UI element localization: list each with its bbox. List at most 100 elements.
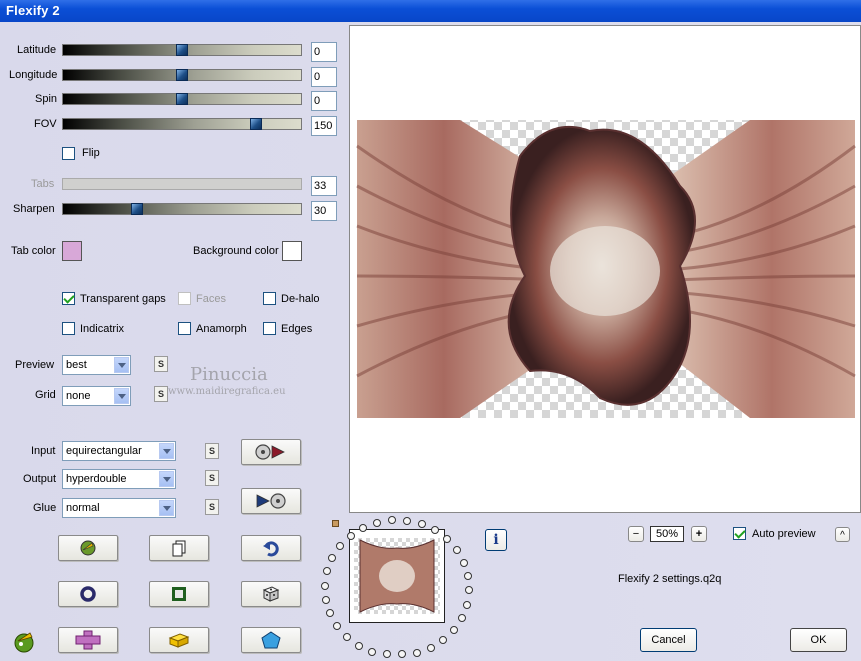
preview-s-button[interactable]: S — [154, 356, 168, 372]
longitude-label: Longitude — [9, 69, 58, 81]
latitude-slider[interactable] — [62, 44, 302, 56]
spin-slider-thumb[interactable] — [176, 93, 188, 105]
fov-label: FOV — [34, 118, 57, 130]
navigator-dot — [397, 650, 406, 658]
tab-color-label: Tab color — [11, 245, 56, 257]
sharpen-slider-thumb[interactable] — [130, 203, 143, 215]
zoom-level: 50% — [650, 526, 684, 542]
sharpen-label: Sharpen — [13, 203, 55, 215]
anamorph-checkbox[interactable] — [178, 322, 191, 335]
longitude-slider[interactable] — [62, 69, 302, 81]
fov-input[interactable]: 150 — [311, 116, 337, 136]
window-title: Flexify 2 — [0, 0, 861, 22]
fov-slider-thumb[interactable] — [249, 118, 262, 130]
input-label: Input — [31, 445, 56, 457]
navigator-dot — [462, 600, 471, 609]
grid-select-value: none — [66, 390, 91, 402]
spin-label: Spin — [35, 93, 58, 105]
output-label: Output — [23, 473, 57, 485]
background-color-swatch[interactable] — [282, 241, 302, 261]
chevron-down-icon[interactable] — [159, 471, 174, 487]
glue-select[interactable]: normal — [62, 498, 176, 518]
navigator-dot — [459, 558, 468, 567]
spin-input[interactable]: 0 — [311, 91, 337, 111]
de-halo-label: De-halo — [281, 293, 320, 305]
navigator-dot — [342, 632, 351, 641]
input-s-button[interactable]: S — [205, 443, 219, 459]
random-settings-button[interactable] — [58, 535, 118, 561]
auto-preview-checkbox[interactable] — [733, 527, 746, 540]
navigator-dot — [457, 613, 466, 622]
cancel-button[interactable]: Cancel — [640, 628, 697, 652]
navigator-handle[interactable] — [332, 520, 339, 527]
fov-slider[interactable] — [62, 118, 302, 130]
spin-slider[interactable] — [62, 93, 302, 105]
de-halo-checkbox[interactable] — [263, 292, 276, 305]
navigator-dot — [382, 650, 391, 658]
flip-checkbox[interactable] — [62, 147, 75, 160]
output-s-button[interactable]: S — [205, 470, 219, 486]
longitude-slider-thumb[interactable] — [176, 69, 188, 81]
chevron-down-icon[interactable] — [159, 443, 174, 459]
ring-button[interactable] — [58, 581, 118, 607]
undo-button[interactable] — [241, 535, 301, 561]
navigator-dot — [346, 531, 355, 540]
ok-button[interactable]: OK — [790, 628, 847, 652]
faces-checkbox — [178, 292, 191, 305]
cd-play-icon — [255, 444, 285, 460]
latitude-label: Latitude — [17, 44, 57, 56]
transparent-gaps-checkbox[interactable] — [62, 292, 75, 305]
latitude-input[interactable]: 0 — [311, 42, 337, 62]
copy-button[interactable] — [149, 535, 209, 561]
import-button[interactable] — [241, 439, 301, 465]
input-select[interactable]: equirectangular — [62, 441, 176, 461]
background-color-label: Background color — [193, 245, 279, 257]
tab-color-swatch[interactable] — [62, 241, 82, 261]
faces-label: Faces — [196, 293, 226, 305]
preview-label: Preview — [15, 359, 55, 371]
info-button[interactable]: i — [485, 529, 507, 551]
flip-label: Flip — [82, 147, 100, 159]
edges-label: Edges — [281, 323, 313, 335]
longitude-input[interactable]: 0 — [311, 67, 337, 87]
preview-select[interactable]: best — [62, 355, 131, 375]
sharpen-slider[interactable] — [62, 203, 302, 215]
preview-image — [356, 120, 856, 418]
chevron-down-icon[interactable] — [114, 388, 129, 404]
pentagon-button[interactable] — [241, 627, 301, 653]
navigator-thumbnail[interactable] — [349, 529, 445, 623]
output-select[interactable]: hyperdouble — [62, 469, 176, 489]
dice-button[interactable] — [241, 581, 301, 607]
sharpen-input[interactable]: 30 — [311, 201, 337, 221]
grid-select[interactable]: none — [62, 386, 131, 406]
cross-button[interactable] — [58, 627, 118, 653]
glue-select-value: normal — [66, 502, 100, 514]
navigator-dot — [452, 546, 461, 555]
navigator-dot — [373, 518, 382, 527]
chevron-down-icon[interactable] — [114, 357, 129, 373]
play-cd-icon — [256, 493, 286, 509]
collapse-button[interactable]: ^ — [835, 527, 850, 542]
transparent-gaps-label: Transparent gaps — [80, 293, 166, 305]
grid-s-button[interactable]: S — [154, 386, 168, 402]
indicatrix-label: Indicatrix — [80, 323, 125, 335]
latitude-slider-thumb[interactable] — [176, 44, 188, 56]
preview-canvas[interactable] — [349, 25, 861, 513]
zoom-in-button[interactable]: + — [691, 526, 707, 542]
export-button[interactable] — [241, 488, 301, 514]
navigator-dot — [354, 641, 363, 650]
auto-preview-label: Auto preview — [752, 528, 816, 540]
glue-s-button[interactable]: S — [205, 499, 219, 515]
frame-button[interactable] — [149, 581, 209, 607]
indicatrix-checkbox[interactable] — [62, 322, 75, 335]
anamorph-label: Anamorph — [196, 323, 247, 335]
edges-checkbox[interactable] — [263, 322, 276, 335]
brick-button[interactable] — [149, 627, 209, 653]
undo-arrow-icon — [263, 541, 279, 557]
square-frame-icon — [172, 587, 186, 601]
navigator-dot — [403, 516, 412, 525]
input-select-value: equirectangular — [66, 445, 142, 457]
yellow-brick-icon — [168, 633, 190, 648]
chevron-down-icon[interactable] — [159, 500, 174, 516]
zoom-out-button[interactable]: − — [628, 526, 644, 542]
